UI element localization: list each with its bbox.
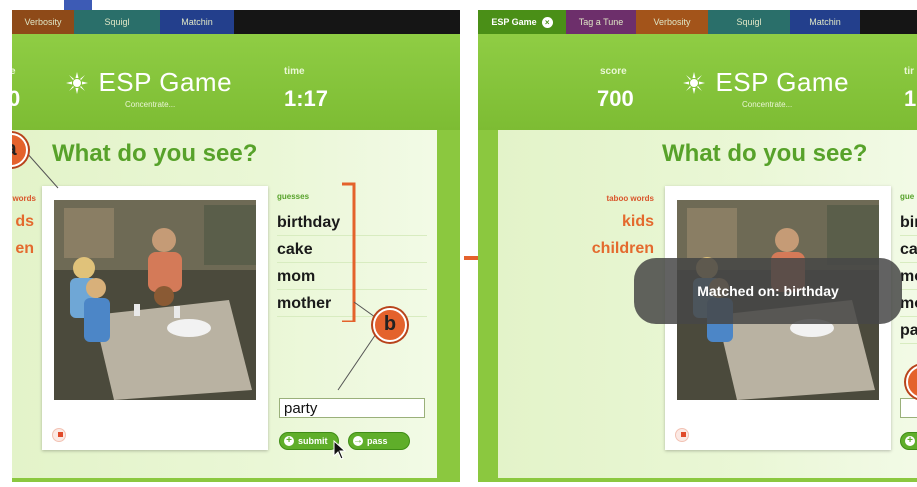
star-burst-icon — [683, 71, 705, 94]
tab-tag-a-tune[interactable]: Tag a Tune — [566, 10, 636, 34]
page-title: What do you see? — [662, 140, 868, 167]
guess-input[interactable] — [279, 398, 425, 418]
tab-esp-game[interactable]: ESP Game × — [478, 10, 566, 34]
report-flag-icon[interactable] — [52, 428, 66, 442]
taboo-label: taboo words — [606, 194, 654, 203]
tab-matchin[interactable]: Matchin — [160, 10, 234, 34]
tab-squigl[interactable]: Squigl — [74, 10, 160, 34]
game-logo: ESP Game — [683, 67, 849, 98]
game-header: score 700 ESP Game Concentrate... tir 1 — [478, 34, 917, 130]
plus-icon: + — [284, 436, 294, 446]
subtitle: Concentrate... — [125, 100, 176, 109]
guess-item: mo — [900, 290, 917, 317]
guess-item: ca — [900, 236, 917, 263]
plus-icon: + — [905, 436, 915, 446]
callout-line-a — [25, 151, 59, 189]
before-screenshot: Verbosity Squigl Matchin e 0 ESP Game Co… — [12, 10, 460, 482]
score-value: 700 — [597, 86, 634, 111]
guesses-label: gue — [900, 192, 915, 201]
score-value: 0 — [12, 86, 21, 111]
pass-label: pass — [367, 436, 388, 446]
tab-verbosity[interactable]: Verbosity — [12, 10, 74, 34]
time-label: time — [284, 66, 305, 77]
time-value: 1 — [904, 86, 917, 111]
pass-button[interactable]: → pass — [348, 432, 410, 450]
guess-item: bir — [900, 209, 917, 236]
game-header: e 0 ESP Game Concentrate... time 1:17 — [12, 34, 460, 130]
time-label: tir — [904, 66, 914, 77]
tab-bar: Verbosity Squigl Matchin — [12, 10, 460, 34]
subtitle: Concentrate... — [742, 100, 793, 109]
tab-verbosity[interactable]: Verbosity — [636, 10, 708, 34]
submit-button[interactable]: + submit — [279, 432, 339, 450]
close-icon[interactable]: × — [541, 17, 553, 29]
guess-input[interactable] — [900, 398, 917, 418]
taboo-word: en — [15, 240, 34, 257]
score-label: e — [12, 66, 16, 77]
app-title: ESP Game — [98, 67, 233, 97]
after-screenshot: ESP Game × Tag a Tune Verbosity Squigl Ma… — [478, 10, 917, 482]
tab-squigl[interactable]: Squigl — [708, 10, 790, 34]
taboo-word: kids — [621, 213, 654, 230]
mouse-cursor-icon — [333, 440, 347, 460]
guesses-bracket — [342, 182, 383, 322]
arrow-right-icon: → — [353, 435, 363, 446]
taboo-word: children — [591, 240, 654, 257]
guess-item: mo — [900, 263, 917, 290]
match-notification: Matched on: birthday — [634, 258, 902, 324]
tab-bar: ESP Game × Tag a Tune Verbosity Squigl Ma… — [478, 10, 917, 34]
game-logo: ESP Game — [66, 67, 232, 98]
submit-button[interactable]: + — [900, 432, 917, 450]
taboo-word: ds — [15, 213, 34, 230]
tab-matchin[interactable]: Matchin — [790, 10, 860, 34]
submit-label: submit — [298, 436, 328, 446]
guesses-label: guesses — [277, 192, 310, 201]
photo-illustration — [54, 200, 256, 400]
star-burst-icon — [66, 71, 88, 94]
app-title: ESP Game — [715, 67, 850, 97]
game-photo — [54, 200, 256, 400]
guess-item: pa — [900, 317, 917, 344]
score-label: score — [600, 66, 627, 77]
time-value: 1:17 — [284, 86, 329, 111]
report-flag-icon[interactable] — [675, 428, 689, 442]
callout-marker-b: b — [373, 308, 407, 342]
tab-label: ESP Game — [491, 17, 537, 27]
image-card — [42, 186, 268, 450]
